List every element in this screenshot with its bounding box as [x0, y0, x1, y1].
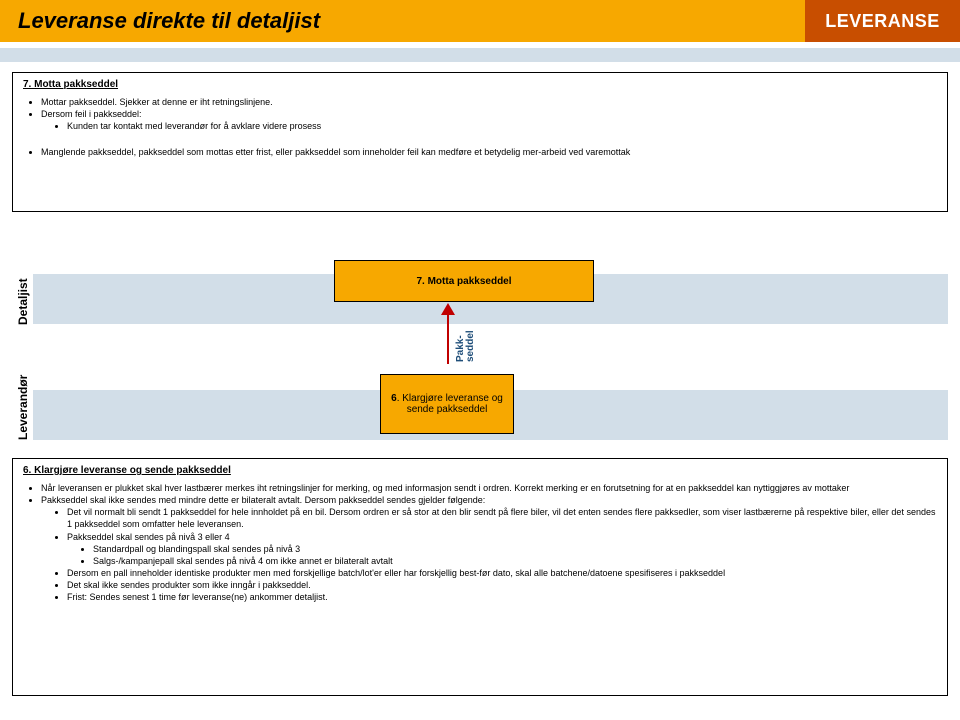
- sub-bullet: Pakkseddel skal sendes på nivå 3 eller 4…: [67, 531, 937, 567]
- bullet-text: Dersom feil i pakkseddel:: [41, 109, 142, 119]
- arrow-label-line: seddel: [465, 330, 476, 362]
- arrow-label: Pakk- seddel: [456, 330, 476, 362]
- panel-step-6: 6. Klargjøre leveranse og sende pakksedd…: [12, 458, 948, 696]
- panel-bullets: Manglende pakkseddel, pakkseddel som mot…: [23, 146, 937, 158]
- page-title: Leveranse direkte til detaljist: [18, 8, 320, 34]
- lane-label-detaljist: Detaljist: [16, 278, 30, 325]
- process-box-6: 6. Klargjøre leveranse og sende pakksedd…: [380, 374, 514, 434]
- bullet: Manglende pakkseddel, pakkseddel som mot…: [41, 146, 937, 158]
- step-text: . Klargjøre leveranse og sende pakksedde…: [397, 393, 503, 415]
- sub-sub-bullet: Standardpall og blandingspall skal sende…: [93, 543, 937, 555]
- sub-bullet: Kunden tar kontakt med leverandør for å …: [67, 120, 937, 132]
- arrow-shaft: [447, 312, 449, 364]
- panel-bullets: Mottar pakkseddel. Sjekker at denne er i…: [23, 96, 937, 132]
- bullet-text: Pakkseddel skal ikke sendes med mindre d…: [41, 495, 485, 505]
- bullet: Når leveransen er plukket skal hver last…: [41, 482, 937, 494]
- panel-heading: 7. Motta pakkseddel: [23, 79, 937, 90]
- bullet: Mottar pakkseddel. Sjekker at denne er i…: [41, 96, 937, 108]
- process-box-7: 7. Motta pakkseddel: [334, 260, 594, 302]
- header: Leveranse direkte til detaljist LEVERANS…: [0, 0, 960, 42]
- sub-sub-bullet: Salgs-/kampanjepall skal sendes på nivå …: [93, 555, 937, 567]
- sub-bullet: Det vil normalt bli sendt 1 pakkseddel f…: [67, 506, 937, 530]
- panel-heading: 6. Klargjøre leveranse og sende pakksedd…: [23, 465, 937, 476]
- arrow-head-icon: [441, 303, 455, 315]
- header-divider: [0, 48, 960, 62]
- sub-bullet: Frist: Sendes senest 1 time før leverans…: [67, 591, 937, 603]
- panel-step-7: 7. Motta pakkseddel Mottar pakkseddel. S…: [12, 72, 948, 212]
- lane-label-leverandor: Leverandør: [16, 375, 30, 440]
- bullet: Dersom feil i pakkseddel: Kunden tar kon…: [41, 108, 937, 132]
- sub-bullet: Dersom en pall inneholder identiske prod…: [67, 567, 937, 579]
- category-tag: LEVERANSE: [805, 0, 960, 42]
- step-text: . Motta pakkseddel: [422, 276, 511, 287]
- sub-bullet: Det skal ikke sendes produkter som ikke …: [67, 579, 937, 591]
- bullet-text: Pakkseddel skal sendes på nivå 3 eller 4: [67, 532, 230, 542]
- bullet: Pakkseddel skal ikke sendes med mindre d…: [41, 494, 937, 603]
- panel-bullets: Når leveransen er plukket skal hver last…: [23, 482, 937, 603]
- title-bar: Leveranse direkte til detaljist LEVERANS…: [0, 0, 960, 42]
